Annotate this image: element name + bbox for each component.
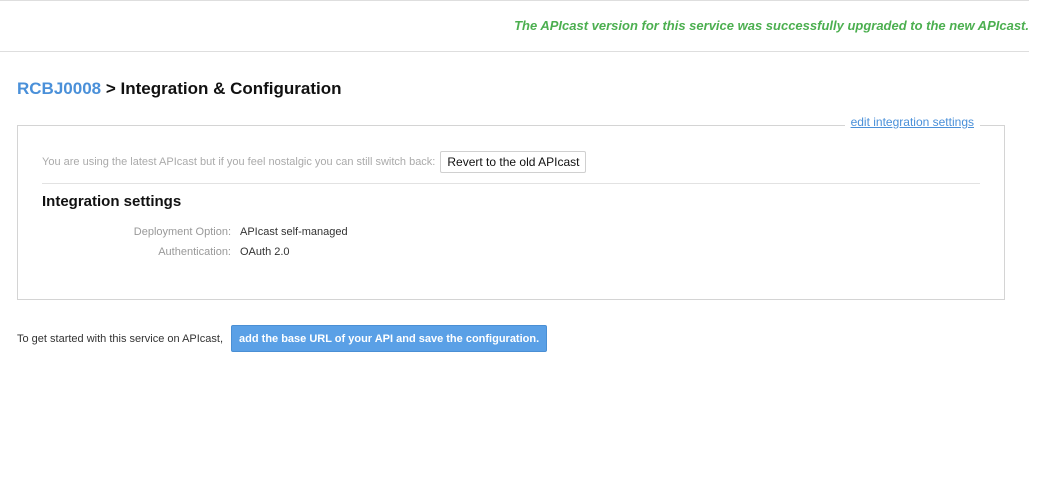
setting-row-deployment: Deployment Option: APIcast self-managed bbox=[42, 222, 542, 242]
breadcrumb-separator: > bbox=[105, 79, 116, 98]
get-started-row: To get started with this service on APIc… bbox=[17, 325, 548, 352]
authentication-value: OAuth 2.0 bbox=[240, 246, 290, 258]
page-title: RCBJ0008 > Integration & Configuration bbox=[17, 79, 342, 99]
flash-bar: The APIcast version for this service was… bbox=[0, 0, 1029, 52]
integration-settings-heading: Integration settings bbox=[42, 193, 182, 210]
add-base-url-button[interactable]: add the base URL of your API and save th… bbox=[231, 325, 548, 352]
deployment-option-label: Deployment Option: bbox=[133, 226, 231, 238]
breadcrumb-service-link[interactable]: RCBJ0008 bbox=[17, 79, 101, 98]
edit-integration-settings-link[interactable]: edit integration settings bbox=[844, 115, 980, 129]
switch-back-row: You are using the latest APIcast but if … bbox=[42, 151, 587, 173]
integration-panel: edit integration settings You are using … bbox=[17, 115, 1005, 300]
get-started-text: To get started with this service on APIc… bbox=[17, 332, 224, 345]
page-title-text: Integration & Configuration bbox=[120, 79, 342, 98]
revert-apicast-button[interactable]: Revert to the old APIcast bbox=[440, 151, 587, 173]
switch-back-text: You are using the latest APIcast but if … bbox=[42, 156, 436, 168]
authentication-label: Authentication: bbox=[158, 246, 231, 258]
setting-row-authentication: Authentication: OAuth 2.0 bbox=[42, 242, 542, 262]
divider bbox=[42, 183, 980, 184]
deployment-option-value: APIcast self-managed bbox=[240, 226, 348, 238]
page: The APIcast version for this service was… bbox=[0, 0, 1040, 480]
settings-list: Deployment Option: APIcast self-managed … bbox=[42, 222, 542, 262]
flash-message: The APIcast version for this service was… bbox=[514, 18, 1029, 33]
